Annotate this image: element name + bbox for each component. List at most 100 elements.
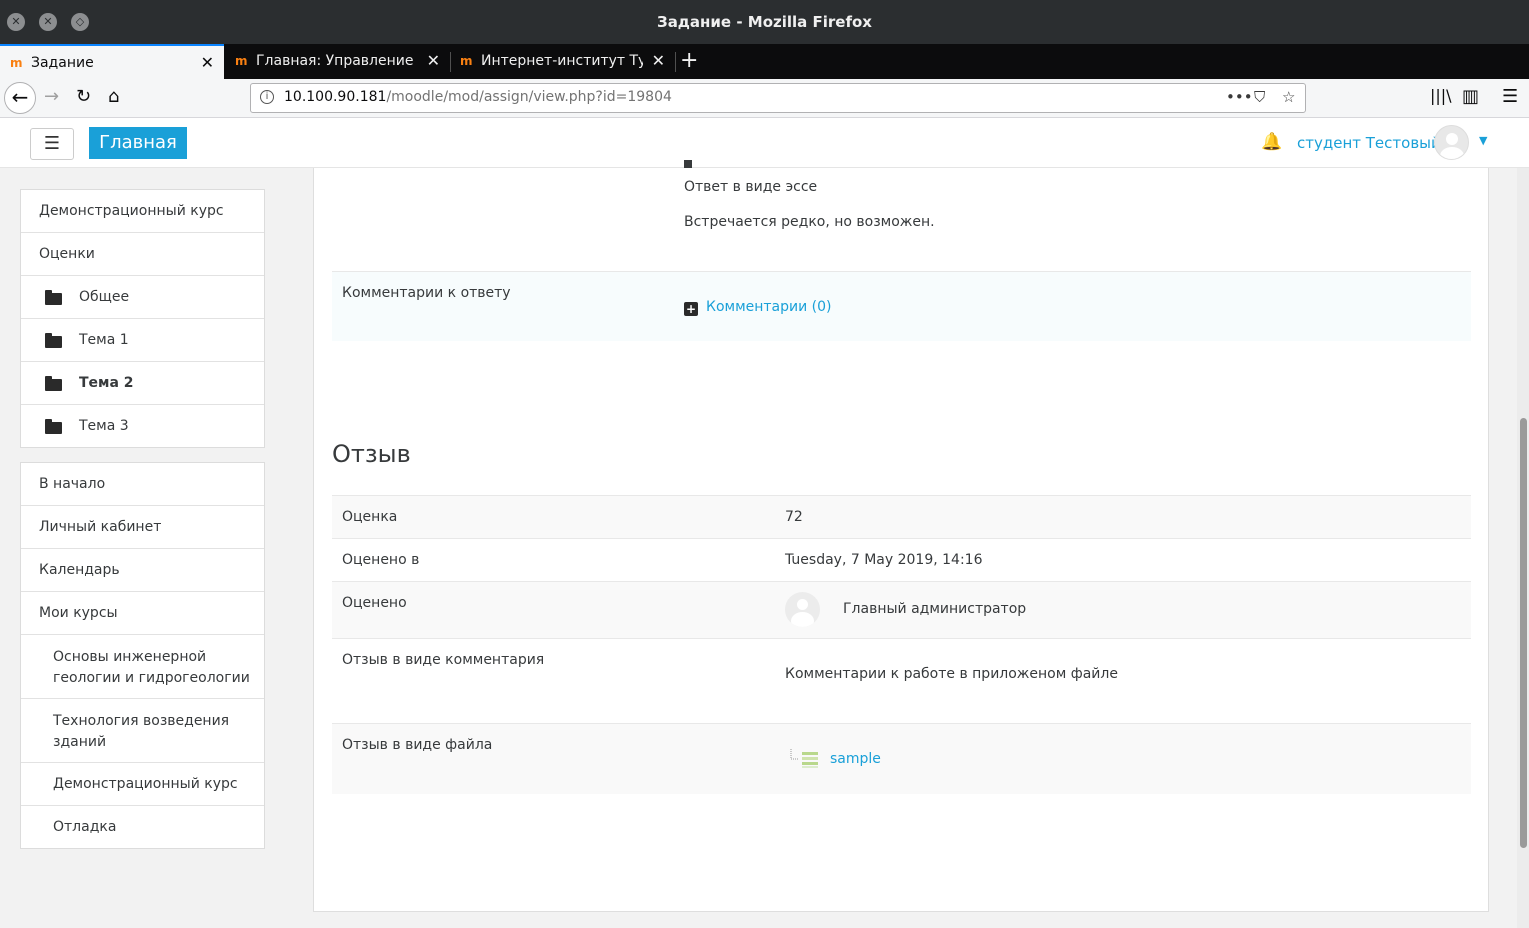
cut-off-glyph [684,160,692,168]
moodle-header: ☰ Главная 🔔 студент Тестовый ▼ [0,118,1529,168]
nav-item-label: Тема 3 [79,418,129,434]
sidebar-toggle-icon[interactable]: ▥ [1462,86,1479,107]
grader-avatar [785,592,820,627]
comments-link[interactable]: Комментарии (0) [706,299,832,315]
page-actions-icon[interactable]: ••• [1226,88,1253,106]
grader-name: Главный администратор [843,601,1027,617]
row-label: Комментарии к ответу [342,285,511,301]
page-scrollbar-thumb[interactable] [1520,418,1527,848]
tab-label: Задание [31,55,94,71]
tab-close-icon[interactable]: ✕ [652,51,665,70]
nav-item-label: Тема 2 [79,375,134,391]
nav-item-label: Личный кабинет [39,519,162,535]
feedback-comment-value: Комментарии к работе в приложеном файле [785,666,1118,682]
row-label: Отзыв в виде файла [342,737,493,753]
row-label: Оценено [342,595,407,611]
drawer-toggle-icon[interactable]: ☰ [30,128,74,160]
feedback-heading: Отзыв [332,440,411,468]
user-name[interactable]: студент Тестовый [1297,134,1441,152]
grade-value: 72 [785,509,803,525]
nav-item-label: Основы инженерной геологии и гидрогеолог… [53,649,250,686]
nav-item-my-courses[interactable]: Мои курсы [21,592,264,635]
back-icon[interactable]: ← [4,82,36,114]
moodle-favicon-icon: m [10,56,23,70]
folder-icon [45,290,62,305]
submission-text-line-2: Встречается редко, но возможен. [684,214,935,230]
comments-toggle[interactable]: + Комментарии (0) [684,299,832,316]
brand-home-button[interactable]: Главная [89,127,187,159]
home-icon[interactable]: ⌂ [108,86,119,107]
expand-plus-icon: + [684,302,698,316]
tab-internet-institute[interactable]: m Интернет-институт Ту ✕ [450,44,675,79]
new-tab-icon[interactable]: + [680,48,698,73]
user-avatar[interactable] [1434,125,1469,160]
tab-main-management[interactable]: m Главная: Управление ✕ [225,44,450,79]
feedback-graded-by-row: Оценено Главный администратор [332,581,1471,638]
nav-item-label: Календарь [39,562,120,578]
nav-item-label: Общее [79,289,130,305]
folder-icon [45,419,62,434]
url-host: 10.100.90.181 [284,89,387,105]
graded-on-value: Tuesday, 7 May 2019, 14:16 [785,552,983,568]
feedback-file-link[interactable]: sample [830,751,881,767]
forward-icon[interactable]: → [44,86,59,107]
moodle-favicon-icon: m [460,54,473,68]
nav-item-label: Тема 1 [79,332,129,348]
course-nav-block: Демонстрационный курс Оценки Общее Тема … [20,189,265,448]
feedback-comment-row: Отзыв в виде комментария Комментарии к р… [332,638,1471,723]
nav-item-grades[interactable]: Оценки [21,233,264,276]
tab-strip: m Задание ✕ m Главная: Управление ✕ m Ин… [0,44,1529,79]
nav-item-label: Отладка [53,819,117,835]
submission-comments-row: Комментарии к ответу + Комментарии (0) [332,271,1471,341]
nav-item-label: Демонстрационный курс [39,203,224,219]
tree-file-icon [790,749,818,768]
library-icon[interactable]: |||\ [1430,86,1452,105]
reload-icon[interactable]: ↻ [76,86,91,107]
site-nav-block: В начало Личный кабинет Календарь Мои ку… [20,462,265,849]
user-menu-caret-icon[interactable]: ▼ [1479,134,1487,147]
bookmark-star-icon[interactable]: ☆ [1282,88,1295,106]
nav-item-topic-1[interactable]: Тема 1 [21,319,264,362]
url-path: /moodle/mod/assign/view.php?id=19804 [386,89,672,105]
url-text[interactable]: 10.100.90.181/moodle/mod/assign/view.php… [284,89,672,105]
menu-icon[interactable]: ☰ [1502,86,1518,107]
nav-item-home[interactable]: В начало [21,463,264,506]
site-info-icon[interactable]: i [260,90,274,104]
url-bar[interactable]: i 10.100.90.181/moodle/mod/assign/view.p… [250,83,1306,113]
tab-close-icon[interactable]: ✕ [201,53,214,72]
tab-assignment[interactable]: m Задание ✕ [0,44,224,79]
submission-text-line-1: Ответ в виде эссе [684,179,818,195]
tab-close-icon[interactable]: ✕ [427,51,440,70]
folder-icon [45,333,62,348]
feedback-graded-on-row: Оценено в Tuesday, 7 May 2019, 14:16 [332,538,1471,581]
tab-label: Интернет-институт Ту [481,53,643,69]
nav-item-label: В начало [39,476,106,492]
nav-item-topic-2[interactable]: Тема 2 [21,362,264,405]
nav-item-course-construction[interactable]: Технология возведения зданий [21,699,264,763]
folder-icon [45,376,62,391]
navigation-toolbar: ← → ↻ ⌂ i 10.100.90.181/moodle/mod/assig… [0,79,1529,118]
nav-item-label: Технология возведения зданий [53,713,230,750]
notification-bell-icon[interactable]: 🔔 [1261,132,1282,152]
feedback-grade-row: Оценка 72 [332,495,1471,538]
tab-label: Главная: Управление [256,53,414,69]
feedback-file-row: Отзыв в виде файла sample [332,723,1471,794]
window-titlebar: ✕ ✕ ◇ Задание - Mozilla Firefox [0,0,1529,44]
nav-item-course-debug[interactable]: Отладка [21,806,264,848]
nav-item-course[interactable]: Демонстрационный курс [21,190,264,233]
pocket-icon[interactable]: ⛉ [1254,88,1265,106]
row-label: Оценка [342,509,398,525]
nav-item-calendar[interactable]: Календарь [21,549,264,592]
nav-item-general[interactable]: Общее [21,276,264,319]
tab-separator [675,52,676,72]
nav-item-label: Мои курсы [39,605,118,621]
nav-item-course-demo[interactable]: Демонстрационный курс [21,763,264,806]
window-title: Задание - Mozilla Firefox [657,13,872,31]
row-label: Отзыв в виде комментария [342,652,545,668]
moodle-favicon-icon: m [235,54,248,68]
nav-item-topic-3[interactable]: Тема 3 [21,405,264,447]
nav-item-course-geology[interactable]: Основы инженерной геологии и гидрогеолог… [21,635,264,699]
nav-item-label: Оценки [39,246,95,262]
nav-item-label: Демонстрационный курс [53,776,238,792]
nav-item-dashboard[interactable]: Личный кабинет [21,506,264,549]
